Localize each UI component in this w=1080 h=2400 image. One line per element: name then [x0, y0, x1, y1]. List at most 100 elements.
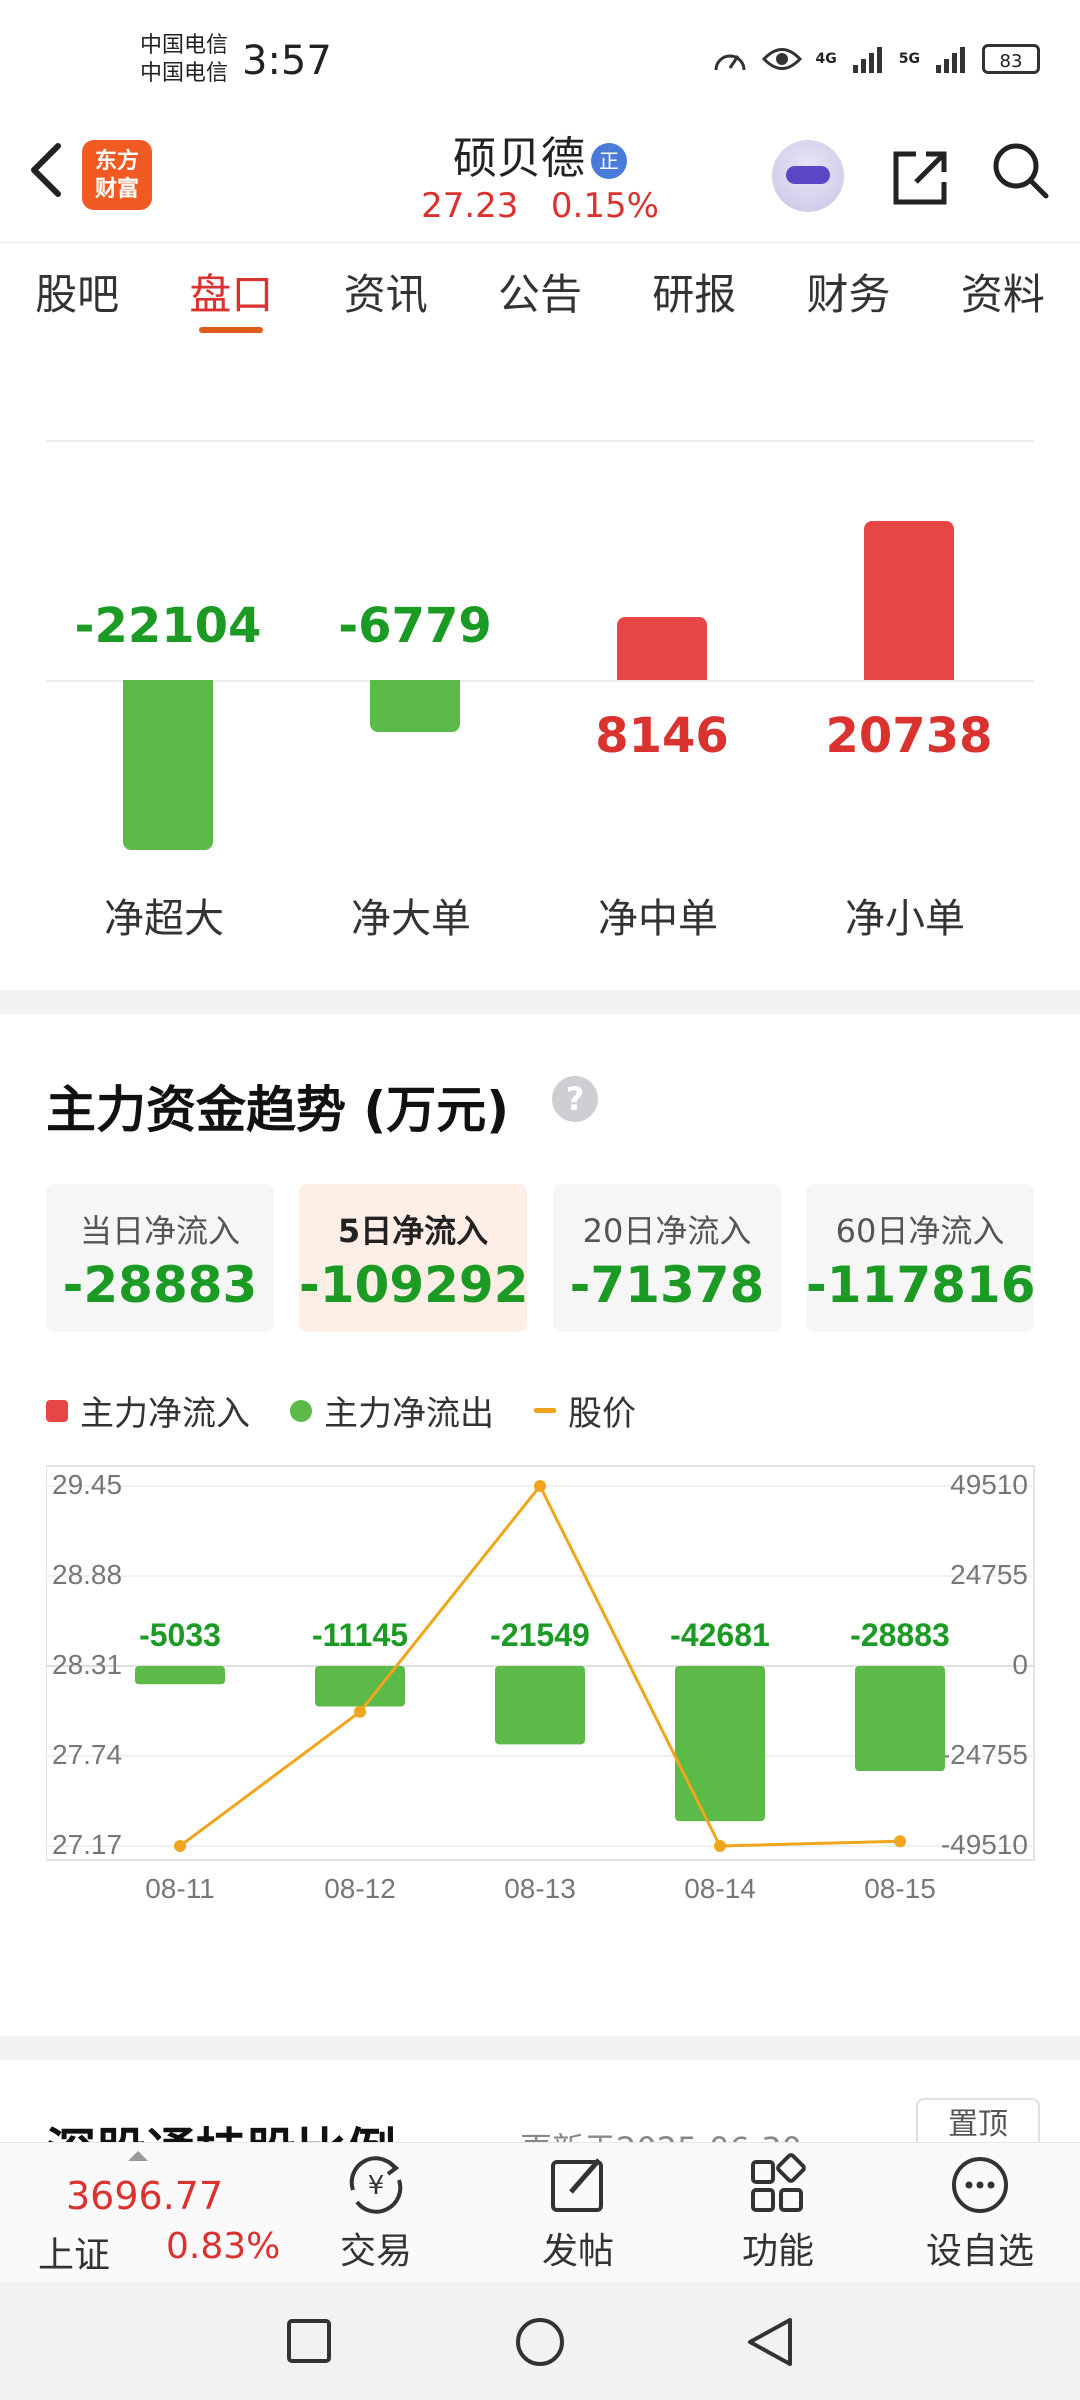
price-point	[894, 1835, 906, 1848]
net-flow-bar	[617, 617, 707, 680]
stat-60day[interactable]: 60日净流入 -117816	[806, 1184, 1036, 1332]
chart-frame	[46, 1465, 1035, 1861]
legend-outflow-swatch	[290, 1399, 312, 1422]
left-tick-label: 27.74	[52, 1739, 122, 1770]
speed-icon	[714, 54, 746, 71]
legend-inflow-label: 主力净流入	[80, 1394, 250, 1434]
net-flow-category: 净大单	[351, 896, 471, 942]
net-flow-bar	[370, 680, 460, 733]
stat-value: -109292	[299, 1256, 529, 1314]
x-tick-label: 08-12	[324, 1873, 396, 1904]
trend-bar-label: -42681	[670, 1617, 770, 1653]
right-tick-label: 49510	[950, 1469, 1028, 1500]
carrier-2: 中国电信	[140, 61, 229, 86]
legend-price: 股价	[534, 1386, 636, 1435]
net-flow-chart: -22104 -6779 8146 20738 净超大 净大单 净中单 净小单	[46, 346, 1034, 946]
battery-level: 83	[999, 51, 1023, 72]
carrier-1: 中国电信	[140, 33, 229, 58]
legend-outflow-label: 主力净流出	[324, 1394, 494, 1434]
tab-bar: 股吧 盘口 资讯 公告 研报 财务 资料	[0, 242, 1080, 348]
more-icon	[952, 2157, 1008, 2213]
trend-bar	[675, 1666, 765, 1822]
trend-bar	[135, 1666, 225, 1685]
net-flow-category: 净超大	[104, 896, 224, 942]
section-title: 主力资金趋势 (万元)	[46, 1081, 510, 1139]
right-tick-label: -49510	[941, 1829, 1028, 1860]
net-flow-value: -22104	[74, 598, 262, 654]
net-flow-bar	[123, 680, 213, 850]
nav-functions[interactable]: 功能	[708, 2152, 848, 2274]
stat-label: 60日净流入	[835, 1212, 1005, 1250]
price-point	[174, 1840, 186, 1852]
stat-20day[interactable]: 20日净流入 -71378	[553, 1184, 781, 1332]
tab-research[interactable]: 研报	[617, 243, 771, 347]
eye-icon	[761, 48, 802, 70]
yuan-cycle-icon: ¥	[349, 2156, 403, 2214]
chart-legend: 主力净流入 主力净流出 股价	[46, 1386, 636, 1435]
trend-bar-label: -5033	[139, 1617, 221, 1653]
nav-label: 功能	[741, 2231, 814, 2272]
legend-price-label: 股价	[568, 1394, 636, 1434]
index-value[interactable]: 3696.77	[66, 2174, 223, 2218]
recents-icon[interactable]	[286, 2318, 332, 2368]
net-flow-category: 净小单	[845, 896, 965, 942]
expand-arrow-icon[interactable]	[128, 2146, 148, 2165]
signal-icon-2	[936, 47, 965, 73]
price-point	[534, 1480, 546, 1492]
tab-pankou[interactable]: 盘口	[154, 243, 308, 347]
right-tick-label: 0	[1012, 1649, 1028, 1680]
stock-name: 硕贝德	[453, 133, 585, 184]
x-tick-label: 08-11	[145, 1873, 215, 1904]
battery-icon: 83	[982, 44, 1040, 74]
index-name[interactable]: 上证	[38, 2226, 110, 2278]
network-4g: 4G	[815, 51, 837, 67]
network-5g: 5G	[898, 51, 920, 67]
price-point	[354, 1705, 366, 1718]
stock-change: 0.15%	[550, 186, 659, 226]
stat-label: 5日净流入	[337, 1212, 489, 1250]
legend-price-swatch	[534, 1408, 556, 1413]
search-icon[interactable]	[990, 140, 1049, 199]
trend-bar-label: -11145	[312, 1617, 408, 1653]
legend-inflow: 主力净流入	[46, 1386, 250, 1435]
left-tick-label: 28.31	[52, 1649, 122, 1680]
legend-outflow: 主力净流出	[290, 1386, 494, 1435]
ai-assistant-icon[interactable]	[772, 140, 844, 212]
nav-post[interactable]: 发帖	[508, 2152, 648, 2274]
stat-today[interactable]: 当日净流入 -28883	[46, 1184, 274, 1332]
stock-price: 27.23	[421, 186, 519, 226]
trend-bar-label: -28883	[850, 1617, 950, 1653]
tab-profile[interactable]: 资料	[926, 243, 1080, 347]
stat-5day[interactable]: 5日净流入 -109292	[299, 1184, 529, 1332]
x-tick-label: 08-13	[504, 1873, 576, 1904]
legend-inflow-swatch	[46, 1399, 68, 1422]
net-flow-value: -6779	[338, 598, 492, 654]
index-change[interactable]: 0.83%	[166, 2226, 280, 2267]
trend-bar	[495, 1666, 585, 1745]
nav-label: 设自选	[925, 2231, 1034, 2272]
tab-finance[interactable]: 财务	[771, 243, 925, 347]
tab-guba[interactable]: 股吧	[0, 243, 154, 347]
tab-announcement[interactable]: 公告	[463, 243, 617, 347]
net-flow-bar	[864, 520, 954, 680]
home-icon[interactable]	[514, 2316, 566, 2372]
help-icon[interactable]: ?	[552, 1076, 598, 1122]
left-tick-label: 28.88	[52, 1559, 122, 1590]
edit-icon	[551, 2158, 603, 2212]
right-tick-label: -24755	[941, 1739, 1028, 1770]
back-nav-icon[interactable]	[746, 2316, 794, 2372]
verified-badge: 正	[591, 143, 627, 179]
net-flow-category: 净中单	[598, 896, 718, 942]
nav-trade[interactable]: ¥ 交易	[306, 2152, 446, 2274]
trend-bar-label: -21549	[490, 1617, 590, 1653]
nav-label: 发帖	[541, 2231, 614, 2272]
stat-value: -28883	[62, 1256, 258, 1314]
stat-value: -71378	[569, 1256, 765, 1314]
nav-add-watchlist[interactable]: 设自选	[910, 2152, 1050, 2274]
x-tick-label: 08-15	[864, 1873, 936, 1904]
svg-text:¥: ¥	[368, 2171, 385, 2201]
net-flow-value: 20738	[825, 708, 993, 764]
tab-news[interactable]: 资讯	[309, 243, 463, 347]
clock: 3:57	[242, 38, 332, 84]
share-icon[interactable]	[888, 146, 952, 223]
